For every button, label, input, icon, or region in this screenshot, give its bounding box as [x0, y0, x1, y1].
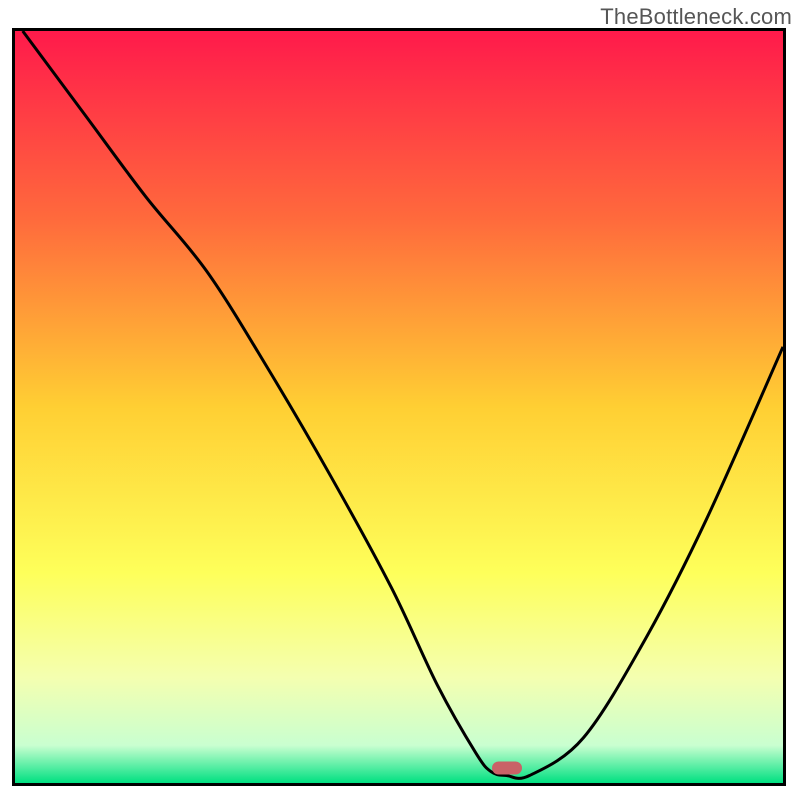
- watermark-text: TheBottleneck.com: [600, 4, 792, 30]
- background-rect: [15, 31, 783, 783]
- chart-frame: [12, 28, 786, 786]
- chart-svg: [15, 31, 783, 783]
- optimal-marker: [492, 761, 522, 774]
- chart-container: TheBottleneck.com: [0, 0, 800, 800]
